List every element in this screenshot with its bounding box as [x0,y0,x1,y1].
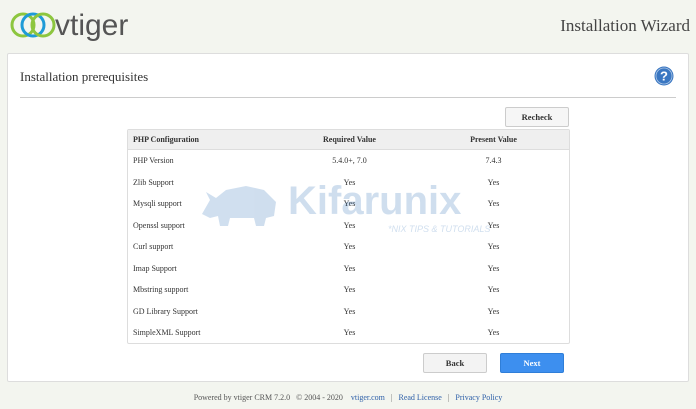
required-value: Yes [343,242,356,252]
present-value: Yes [487,263,500,273]
header-required-value: Required Value [323,135,376,144]
present-value: 7.4.3 [485,156,502,166]
table-row: Imap Support Yes Yes [128,258,569,280]
header-present-value: Present Value [470,135,517,144]
required-value: Yes [343,285,356,295]
footer-separator: | [390,393,393,402]
vtiger-site-link[interactable]: vtiger.com [351,393,385,402]
required-value: Yes [343,177,356,187]
question-circle-icon[interactable]: ? [654,66,674,86]
required-value: Yes [343,199,356,209]
setting-name: GD Library Support [133,306,198,316]
required-value: Yes [343,263,356,273]
setting-name: Curl support [133,242,174,252]
next-button[interactable]: Next [500,353,564,373]
setting-name: Mysqli support [133,199,182,209]
recheck-button[interactable]: Recheck [505,107,569,127]
wizard-title: Installation Wizard [560,16,690,35]
powered-by-text: Powered by vtiger CRM 7.2.0 [193,393,291,402]
required-value: Yes [343,220,356,230]
table-row: Mysqli support Yes Yes [128,193,569,215]
header-php-configuration: PHP Configuration [133,135,200,144]
footer-separator: | [447,393,450,402]
required-value: Yes [343,306,356,316]
vtiger-logo: vtiger [10,9,128,42]
footer: Powered by vtiger CRM 7.2.0 © 2004 - 202… [0,393,696,402]
setting-name: Zlib Support [133,177,174,187]
table-row: Curl support Yes Yes [128,236,569,258]
required-value: Yes [343,328,356,338]
setting-name: PHP Version [133,156,174,166]
privacy-policy-link[interactable]: Privacy Policy [455,393,502,402]
setting-name: Mbstring support [133,285,189,295]
setting-name: Imap Support [133,263,177,273]
read-license-link[interactable]: Read License [398,393,441,402]
back-button[interactable]: Back [423,353,487,373]
present-value: Yes [487,285,500,295]
present-value: Yes [487,177,500,187]
table-row: PHP Version 5.4.0+, 7.0 7.4.3 [128,150,569,172]
prerequisites-panel: Installation prerequisites ? Recheck PHP… [7,53,689,382]
panel-title: Installation prerequisites [20,69,149,84]
table-row: GD Library Support Yes Yes [128,301,569,323]
setting-name: SimpleXML Support [133,328,201,338]
present-value: Yes [487,306,500,316]
svg-text:vtiger: vtiger [55,9,128,42]
present-value: Yes [487,328,500,338]
required-value: 5.4.0+, 7.0 [332,156,367,166]
present-value: Yes [487,242,500,252]
table-header: PHP Configuration Required Value Present… [128,130,569,150]
header: vtiger Installation Wizard [0,0,696,52]
present-value: Yes [487,220,500,230]
table-row: Zlib Support Yes Yes [128,172,569,194]
prerequisites-table: PHP Configuration Required Value Present… [127,129,570,344]
present-value: Yes [487,199,500,209]
table-row: Mbstring support Yes Yes [128,279,569,301]
table-row: SimpleXML Support Yes Yes [128,322,569,343]
copyright-text: © 2004 - 2020 [296,393,343,402]
table-row: Openssl support Yes Yes [128,215,569,237]
setting-name: Openssl support [133,220,185,230]
svg-text:?: ? [660,69,668,84]
divider [20,97,676,98]
